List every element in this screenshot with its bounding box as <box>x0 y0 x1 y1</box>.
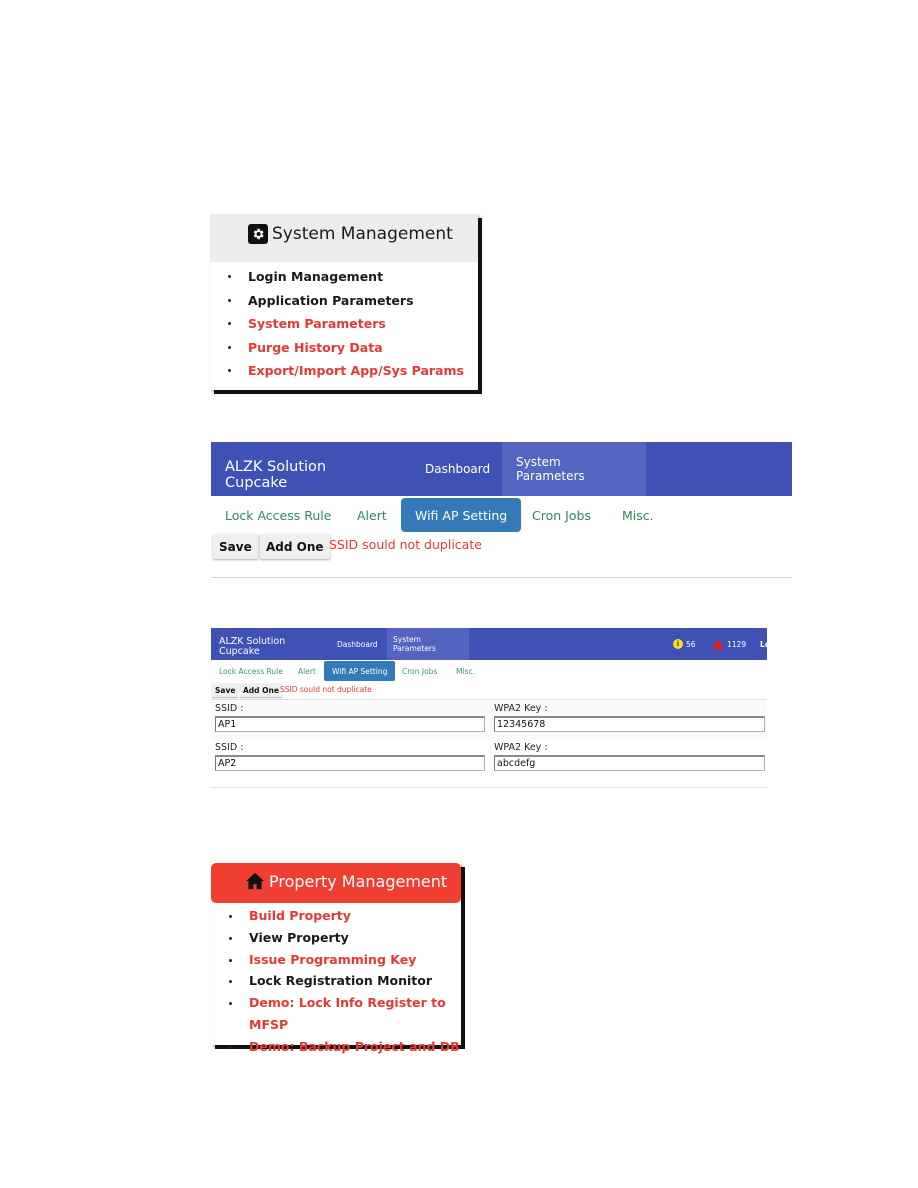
brand-line2: Cupcake <box>225 475 288 491</box>
tab-lock-access-rule[interactable]: Lock Access Rule <box>219 661 283 681</box>
tab-bar: Lock Access Rule Alert Wifi AP Setting C… <box>211 661 767 681</box>
top-navbar: ALZK Solution Cupcake Dashboard System P… <box>211 442 792 496</box>
menu-item-build-property[interactable]: Build Property <box>211 905 461 927</box>
menu-item-purge-history-data[interactable]: Purge History Data <box>210 336 478 360</box>
error-message: SSID sould not duplicate <box>280 685 372 694</box>
nav-system-parameters[interactable]: System Parameters <box>387 628 469 660</box>
property-management-list: Build Property View Property Issue Progr… <box>211 903 461 1058</box>
info-icon: i <box>673 639 683 649</box>
nav-system-parameters[interactable]: System Parameters <box>502 442 646 496</box>
system-management-title: System Management <box>272 224 453 244</box>
wifi-ap-setting-screenshot-large: ALZK Solution Cupcake Dashboard System P… <box>211 442 792 578</box>
brand: ALZK Solution Cupcake <box>225 459 326 491</box>
user-link[interactable]: Lo <box>760 628 767 660</box>
wpa2-key-label: WPA2 Key : <box>494 703 548 714</box>
wifi-ap-setting-screenshot-small: ALZK Solution Cupcake Dashboard System P… <box>211 628 767 790</box>
tab-misc[interactable]: Misc. <box>456 661 475 681</box>
property-management-header: Property Management <box>211 863 461 903</box>
system-management-list: Login Management Application Parameters … <box>210 262 478 383</box>
brand-line2: Cupcake <box>219 646 260 657</box>
menu-item-system-parameters[interactable]: System Parameters <box>210 312 478 336</box>
tab-alert[interactable]: Alert <box>357 498 387 532</box>
property-management-title: Property Management <box>269 871 448 891</box>
system-management-menu: System Management Login Management Appli… <box>210 214 478 390</box>
system-management-header: System Management <box>210 214 478 262</box>
add-one-button[interactable]: Add One <box>260 534 330 559</box>
tab-bar: Lock Access Rule Alert Wifi AP Setting C… <box>211 498 792 532</box>
add-one-button[interactable]: Add One <box>240 683 282 697</box>
ap2-key-field: WPA2 Key : <box>494 742 765 771</box>
warning-icon <box>712 639 724 649</box>
brand: ALZK Solution Cupcake <box>219 637 285 657</box>
menu-item-application-parameters[interactable]: Application Parameters <box>210 289 478 313</box>
ssid-label: SSID : <box>215 703 244 714</box>
divider <box>211 577 792 578</box>
ap2-ssid-field: SSID : <box>215 742 485 771</box>
tab-wifi-ap-setting[interactable]: Wifi AP Setting <box>324 661 396 681</box>
error-message: SSID sould not duplicate <box>329 537 482 552</box>
info-count: 56 <box>686 639 696 649</box>
warning-count: 1129 <box>727 639 747 649</box>
menu-item-issue-programming-key[interactable]: Issue Programming Key <box>211 949 461 971</box>
tab-misc[interactable]: Misc. <box>622 498 654 532</box>
tab-cron-jobs[interactable]: Cron Jobs <box>532 498 591 532</box>
gear-icon <box>248 224 268 244</box>
ap1-ssid-input[interactable] <box>215 716 485 732</box>
divider <box>211 787 767 788</box>
ap2-ssid-input[interactable] <box>215 755 485 771</box>
tab-alert[interactable]: Alert <box>298 661 316 681</box>
menu-item-demo-lock-info-register[interactable]: Demo: Lock Info Register to MFSP <box>211 992 461 1036</box>
nav-dashboard[interactable]: Dashboard <box>411 442 504 496</box>
save-button[interactable]: Save <box>212 683 239 697</box>
info-status[interactable]: i 56 <box>673 628 696 660</box>
property-management-menu: Property Management Build Property View … <box>211 863 461 1054</box>
ap1-key-input[interactable] <box>494 716 765 732</box>
menu-item-export-import-params[interactable]: Export/Import App/Sys Params <box>210 359 478 383</box>
tab-wifi-ap-setting[interactable]: Wifi AP Setting <box>401 498 522 532</box>
wpa2-key-label: WPA2 Key : <box>494 742 548 753</box>
nav-dashboard[interactable]: Dashboard <box>331 628 384 660</box>
ap1-key-field: WPA2 Key : <box>494 703 765 732</box>
ssid-label: SSID : <box>215 742 244 753</box>
save-button[interactable]: Save <box>213 534 258 559</box>
menu-item-view-property[interactable]: View Property <box>211 927 461 949</box>
menu-item-login-management[interactable]: Login Management <box>210 265 478 289</box>
brand-line1: ALZK Solution <box>225 459 327 475</box>
ap1-ssid-field: SSID : <box>215 703 485 732</box>
home-icon <box>245 872 265 890</box>
menu-item-lock-registration-monitor[interactable]: Lock Registration Monitor <box>211 970 461 992</box>
warning-status[interactable]: 1129 <box>712 628 746 660</box>
ap2-key-input[interactable] <box>494 755 765 771</box>
top-navbar: ALZK Solution Cupcake Dashboard System P… <box>211 628 767 660</box>
menu-item-demo-backup-project[interactable]: Demo: Backup Project and DB <box>211 1036 461 1058</box>
tab-cron-jobs[interactable]: Cron Jobs <box>402 661 437 681</box>
tab-lock-access-rule[interactable]: Lock Access Rule <box>225 498 331 532</box>
